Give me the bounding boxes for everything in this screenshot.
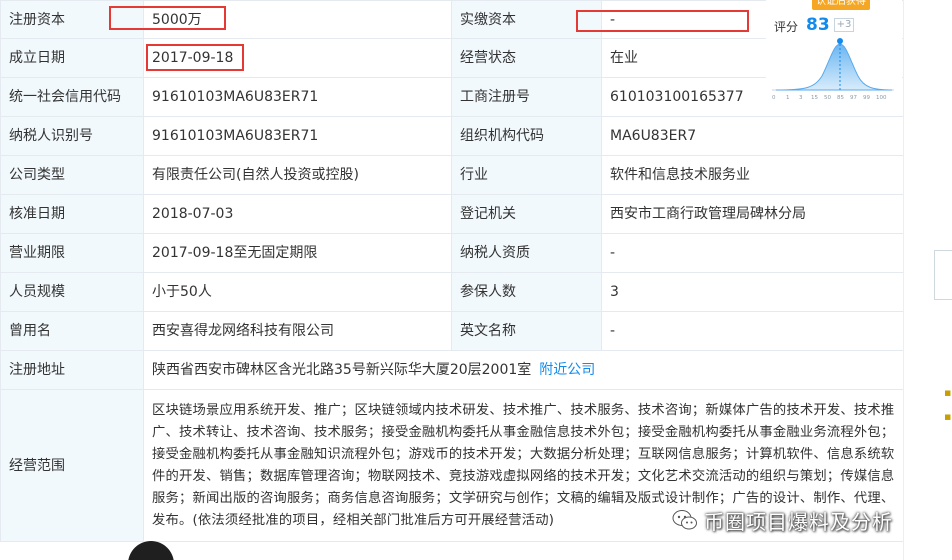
label-established-date: 成立日期 [0, 38, 144, 78]
axis-tick: 50 [824, 95, 831, 101]
value-established-date: 2017-09-18 [143, 38, 452, 78]
axis-ticks: 0 1 3 15 50 85 97 99 100 [772, 95, 887, 101]
value-taxpayer-id: 91610103MA6U83ER71 [143, 116, 452, 156]
label-org-code: 组织机构代码 [451, 116, 602, 156]
table-row: 纳税人识别号 91610103MA6U83ER71 组织机构代码 MA6U83E… [0, 116, 904, 156]
axis-tick: 85 [837, 95, 844, 101]
value-approval-date: 2018-07-03 [143, 194, 452, 234]
axis-tick: 100 [876, 95, 887, 101]
value-registration-authority: 西安市工商行政管理局碑林分局 [601, 194, 904, 234]
side-panel-edge: ▪ ▪ [903, 0, 952, 560]
label-company-type: 公司类型 [0, 155, 144, 195]
axis-tick: 1 [786, 95, 790, 101]
value-insured-count: 3 [601, 272, 904, 312]
label-registered-address: 注册地址 [0, 350, 144, 390]
label-business-status: 经营状态 [451, 38, 602, 78]
axis-tick: 99 [863, 95, 870, 101]
watermark-text: 币圈项目爆料及分析 [704, 509, 893, 534]
watermark: 币圈项目爆料及分析 [672, 504, 893, 536]
label-business-term: 营业期限 [0, 233, 144, 273]
wechat-icon [672, 510, 697, 530]
label-registration-number: 工商注册号 [451, 77, 602, 117]
value-org-code: MA6U83ER7 [601, 116, 904, 156]
label-insured-count: 参保人数 [451, 272, 602, 312]
score-marker-dot [837, 38, 843, 44]
value-business-term: 2017-09-18至无固定期限 [143, 233, 452, 273]
value-registered-address: 陕西省西安市碑林区含光北路35号新兴际华大厦20层2001室 附近公司 [143, 350, 904, 390]
label-business-scope: 经营范围 [0, 389, 144, 542]
value-english-name: - [601, 311, 904, 351]
label-taxpayer-id: 纳税人识别号 [0, 116, 144, 156]
nearby-companies-link[interactable]: 附近公司 [539, 362, 595, 378]
table-row: 核准日期 2018-07-03 登记机关 西安市工商行政管理局碑林分局 [0, 194, 904, 234]
score-delta: +3 [834, 18, 854, 32]
label-paid-in-capital: 实缴资本 [451, 0, 602, 39]
score-value: 83 [806, 15, 830, 35]
axis-tick: 0 [772, 95, 776, 101]
label-staff-size: 人员规模 [0, 272, 144, 312]
label-credit-code: 统一社会信用代码 [0, 77, 144, 117]
value-taxpayer-qualification: - [601, 233, 904, 273]
score-label: 评分 [774, 20, 799, 34]
side-panel-card [934, 250, 952, 300]
value-staff-size: 小于50人 [143, 272, 452, 312]
value-registered-capital: 5000万 [143, 0, 452, 39]
certification-badge[interactable]: 认证后获得 [812, 0, 870, 10]
table-row: 公司类型 有限责任公司(自然人投资或控股) 行业 软件和信息技术服务业 [0, 155, 904, 195]
address-text: 陕西省西安市碑林区含光北路35号新兴际华大厦20层2001室 [152, 362, 532, 378]
table-row: 曾用名 西安喜得龙网络科技有限公司 英文名称 - [0, 311, 904, 351]
value-industry: 软件和信息技术服务业 [601, 155, 904, 195]
axis-tick: 15 [811, 95, 818, 101]
table-row: 人员规模 小于50人 参保人数 3 [0, 272, 904, 312]
value-company-type: 有限责任公司(自然人投资或控股) [143, 155, 452, 195]
label-registration-authority: 登记机关 [451, 194, 602, 234]
label-english-name: 英文名称 [451, 311, 602, 351]
bell-curve [775, 43, 893, 91]
value-former-name: 西安喜得龙网络科技有限公司 [143, 311, 452, 351]
label-approval-date: 核准日期 [0, 194, 144, 234]
table-row: 注册地址 陕西省西安市碑林区含光北路35号新兴际华大厦20层2001室 附近公司 [0, 350, 904, 390]
label-industry: 行业 [451, 155, 602, 195]
axis-tick: 97 [850, 95, 857, 101]
value-credit-code: 91610103MA6U83ER71 [143, 77, 452, 117]
axis-tick: 3 [799, 95, 803, 101]
score-distribution-chart: 0 1 3 15 50 85 97 99 100 [772, 38, 894, 101]
avatar [128, 541, 174, 560]
label-registered-capital: 注册资本 [0, 0, 144, 39]
side-panel-marker: ▪ [944, 386, 952, 399]
side-panel-marker: ▪ [944, 410, 952, 423]
label-former-name: 曾用名 [0, 311, 144, 351]
table-row: 营业期限 2017-09-18至无固定期限 纳税人资质 - [0, 233, 904, 273]
score-widget[interactable]: 认证后获得 评分 83 +3 0 1 3 15 50 85 97 99 100 [766, 0, 902, 116]
label-taxpayer-qualification: 纳税人资质 [451, 233, 602, 273]
